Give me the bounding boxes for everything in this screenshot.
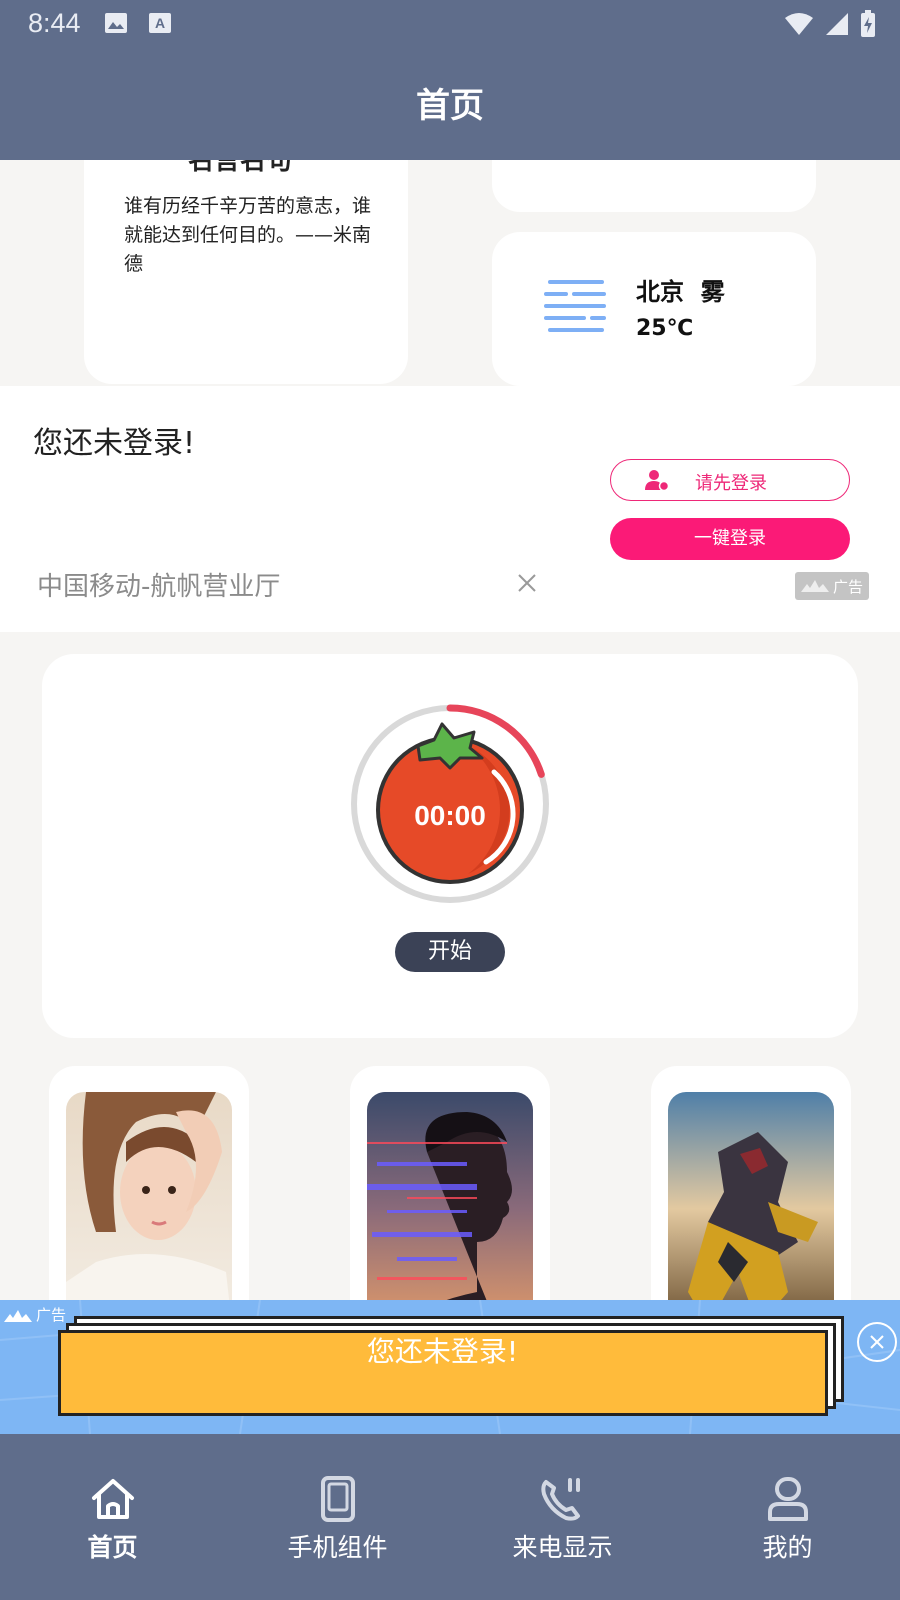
login-first-label: 请先登录 [695, 473, 767, 494]
wallpaper-card-1[interactable] [49, 1066, 249, 1326]
image-icon [105, 13, 127, 33]
top-right-card[interactable] [492, 160, 816, 212]
nav-label-me: 我的 [762, 1533, 813, 1562]
nav-label-caller-id: 来电显示 [512, 1533, 613, 1562]
wallpaper-card-3[interactable] [651, 1066, 851, 1326]
app-header: 首页 [0, 48, 900, 160]
user-icon [768, 1477, 808, 1521]
bottom-ad-banner[interactable]: 广告 您还未登录! [0, 1300, 900, 1434]
wallpaper-girl-image [66, 1092, 232, 1326]
battery-charging-icon [861, 10, 875, 37]
status-bar: 8:44 A [0, 0, 900, 48]
ad-logo-icon [801, 580, 829, 592]
signal-icon [826, 13, 848, 35]
timer-display: 00:00 [414, 800, 486, 831]
wifi-icon [785, 13, 813, 35]
nav-item-home[interactable]: 首页 [0, 1434, 225, 1600]
pomodoro-timer-card: 00:00 开始 [42, 654, 858, 1038]
home-icon [92, 1479, 134, 1519]
svg-text:A: A [155, 15, 165, 31]
status-time: 8:44 [28, 8, 81, 38]
quote-text: 谁有历经千辛万苦的意志，谁就能达到任何目的。——米南德 [124, 195, 372, 275]
ad-badge: 广告 [795, 572, 869, 600]
weather-temperature: 25℃ [636, 316, 694, 341]
nav-label-home: 首页 [87, 1533, 138, 1562]
a-text-icon: A [149, 13, 171, 33]
close-icon [870, 1335, 884, 1349]
bottom-navigation: 首页 手机组件 来电显示 我的 [0, 1434, 900, 1600]
ad-logo-icon [4, 1309, 32, 1322]
phone-icon [321, 1476, 355, 1522]
login-first-button[interactable]: 请先登录 [610, 459, 850, 501]
fog-icon [544, 280, 606, 332]
quote-title: 名言名句 [188, 160, 293, 176]
incoming-call-icon [541, 1478, 580, 1521]
one-click-login-button[interactable]: 一键登录 [610, 518, 850, 560]
login-ad-panel: 您还未登录! 请先登录 一键登录 中国移动-航帆营业厅 广告 [0, 386, 900, 632]
nav-item-me[interactable]: 我的 [675, 1434, 900, 1600]
wallpaper-robot-image [668, 1092, 834, 1326]
start-button[interactable]: 开始 [395, 932, 505, 972]
close-icon[interactable] [516, 572, 538, 594]
quote-card[interactable]: 名言名句 谁有历经千辛万苦的意志，谁就能达到任何目的。——米南德 [84, 160, 408, 384]
page-title: 首页 [416, 86, 484, 126]
ad-close-button[interactable] [857, 1322, 897, 1362]
weather-card[interactable]: 北京 雾 25℃ [492, 232, 816, 386]
user-lock-icon [645, 470, 669, 491]
wallpaper-card-2[interactable] [350, 1066, 550, 1326]
nav-label-phone-widgets: 手机组件 [287, 1533, 388, 1562]
ad-badge-label: 广告 [833, 578, 864, 596]
nav-item-phone-widgets[interactable]: 手机组件 [225, 1434, 450, 1600]
weather-city: 北京 雾 [636, 278, 725, 306]
nav-item-caller-id[interactable]: 来电显示 [450, 1434, 675, 1600]
ad-message: 您还未登录! [366, 1335, 519, 1368]
top-cards-area: 名言名句 谁有历经千辛万苦的意志，谁就能达到任何目的。——米南德 北京 雾 25… [0, 160, 900, 386]
not-logged-in-text: 您还未登录! [33, 426, 196, 461]
wallpaper-glitch-man-image [367, 1092, 533, 1326]
carrier-name: 中国移动-航帆营业厅 [37, 572, 281, 602]
